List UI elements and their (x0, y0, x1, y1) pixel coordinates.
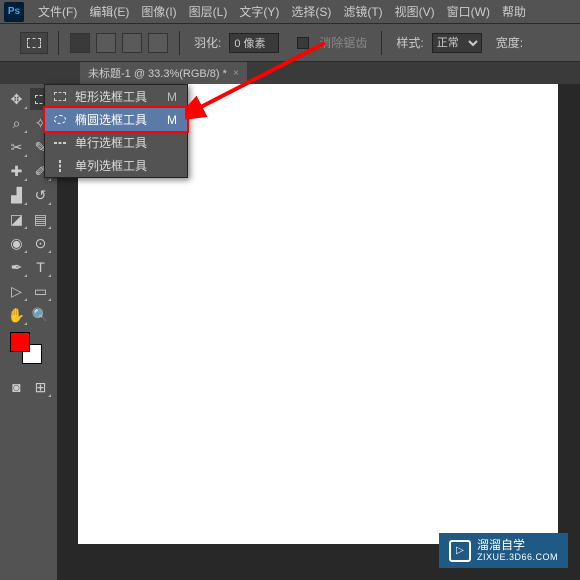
gradient-icon: ▤ (34, 211, 47, 228)
menu-edit[interactable]: 编辑(E) (83, 3, 135, 20)
move-tool[interactable]: ✥ (6, 88, 28, 110)
bandage-icon: ✚ (11, 163, 23, 180)
lasso-icon: ⌕ (13, 115, 21, 132)
flyout-item-label: 椭圆选框工具 (75, 111, 147, 128)
menu-layer[interactable]: 图层(L) (183, 3, 234, 20)
flyout-rectangular-marquee[interactable]: 矩形选框工具 M (45, 85, 187, 108)
menu-select[interactable]: 选择(S) (285, 3, 337, 20)
hand-icon: ✋ (8, 307, 25, 324)
shape-tool[interactable]: ▭ (30, 280, 52, 302)
options-bar: 羽化: 消除锯齿 样式: 正常 宽度: (0, 24, 580, 62)
selection-add-button[interactable] (96, 33, 116, 53)
gradient-tool[interactable]: ▤ (30, 208, 52, 230)
selection-intersect-button[interactable] (148, 33, 168, 53)
type-icon: T (36, 259, 45, 275)
history-brush-tool[interactable]: ↺ (30, 184, 52, 206)
width-label: 宽度: (496, 34, 523, 51)
stamp-tool[interactable]: ▟ (6, 184, 28, 206)
crop-icon: ✂ (11, 139, 23, 156)
feather-label: 羽化: (194, 34, 221, 51)
flyout-elliptical-marquee[interactable]: 椭圆选框工具 M (45, 108, 187, 131)
close-icon[interactable]: × (233, 68, 239, 79)
menu-window[interactable]: 窗口(W) (441, 3, 496, 20)
marquee-tool-flyout: 矩形选框工具 M 椭圆选框工具 M 单行选框工具 单列选框工具 (44, 84, 188, 178)
flyout-item-shortcut: M (167, 90, 177, 104)
menu-view[interactable]: 视图(V) (389, 3, 441, 20)
antialias-checkbox[interactable] (297, 37, 309, 49)
feather-input[interactable] (229, 33, 279, 53)
menu-help[interactable]: 帮助 (496, 3, 532, 20)
stamp-icon: ▟ (11, 187, 22, 204)
crop-tool[interactable]: ✂ (6, 136, 28, 158)
watermark-title: 溜溜自学 (477, 539, 558, 551)
quickmask-tool[interactable]: ◙ (6, 376, 28, 398)
style-label: 样式: (396, 34, 423, 51)
hand-tool[interactable]: ✋ (6, 304, 28, 326)
zoom-tool[interactable]: 🔍 (30, 304, 52, 326)
row-marquee-icon (51, 142, 69, 144)
watermark-sub: ZIXUE.3D66.COM (477, 553, 558, 562)
ellipse-marquee-icon (51, 115, 69, 124)
rectangle-icon: ▭ (34, 283, 47, 300)
flyout-item-label: 矩形选框工具 (75, 88, 147, 105)
screen-icon: ⊞ (35, 379, 47, 396)
flyout-item-label: 单行选框工具 (75, 134, 157, 151)
color-swatches[interactable] (0, 332, 57, 368)
menu-file[interactable]: 文件(F) (32, 3, 83, 20)
column-marquee-icon (51, 160, 69, 172)
app-logo: Ps (4, 2, 24, 22)
history-brush-icon: ↺ (35, 187, 47, 204)
tool-preset-picker[interactable] (20, 32, 48, 54)
flyout-item-label: 单列选框工具 (75, 157, 157, 174)
document-tab-bar: 未标题-1 @ 33.3%(RGB/8) * × (0, 62, 580, 84)
foreground-color[interactable] (10, 332, 30, 352)
document-tab[interactable]: 未标题-1 @ 33.3%(RGB/8) * × (80, 62, 247, 84)
arrow-icon: ▷ (11, 283, 22, 300)
separator (381, 31, 382, 55)
magnifier-icon: 🔍 (32, 307, 49, 324)
document-tab-title: 未标题-1 @ 33.3%(RGB/8) * (88, 65, 227, 81)
menu-filter[interactable]: 滤镜(T) (337, 3, 388, 20)
dodge-icon: ⊙ (35, 235, 47, 252)
menu-bar: Ps 文件(F) 编辑(E) 图像(I) 图层(L) 文字(Y) 选择(S) 滤… (0, 0, 580, 24)
blur-tool[interactable]: ◉ (6, 232, 28, 254)
pen-icon: ✒ (11, 259, 23, 276)
play-icon: ▷ (449, 540, 471, 562)
dodge-tool[interactable]: ⊙ (30, 232, 52, 254)
flyout-item-shortcut: M (167, 113, 177, 127)
antialias-label: 消除锯齿 (319, 34, 367, 51)
flyout-single-column-marquee[interactable]: 单列选框工具 (45, 154, 187, 177)
path-select-tool[interactable]: ▷ (6, 280, 28, 302)
eraser-tool[interactable]: ◪ (6, 208, 28, 230)
separator (179, 31, 180, 55)
eraser-icon: ◪ (10, 211, 23, 228)
style-select[interactable]: 正常 (432, 33, 482, 53)
separator (58, 31, 59, 55)
lasso-tool[interactable]: ⌕ (6, 112, 28, 134)
move-icon: ✥ (11, 91, 23, 108)
quickmask-icon: ◙ (12, 379, 20, 395)
blur-icon: ◉ (10, 235, 22, 252)
flyout-single-row-marquee[interactable]: 单行选框工具 (45, 131, 187, 154)
marquee-icon (27, 38, 41, 48)
type-tool[interactable]: T (30, 256, 52, 278)
healing-tool[interactable]: ✚ (6, 160, 28, 182)
selection-new-button[interactable] (70, 33, 90, 53)
menu-image[interactable]: 图像(I) (135, 3, 182, 20)
menu-type[interactable]: 文字(Y) (233, 3, 285, 20)
screenmode-tool[interactable]: ⊞ (30, 376, 52, 398)
rectangle-marquee-icon (51, 92, 69, 101)
watermark: ▷ 溜溜自学 ZIXUE.3D66.COM (439, 533, 568, 568)
selection-subtract-button[interactable] (122, 33, 142, 53)
pen-tool[interactable]: ✒ (6, 256, 28, 278)
